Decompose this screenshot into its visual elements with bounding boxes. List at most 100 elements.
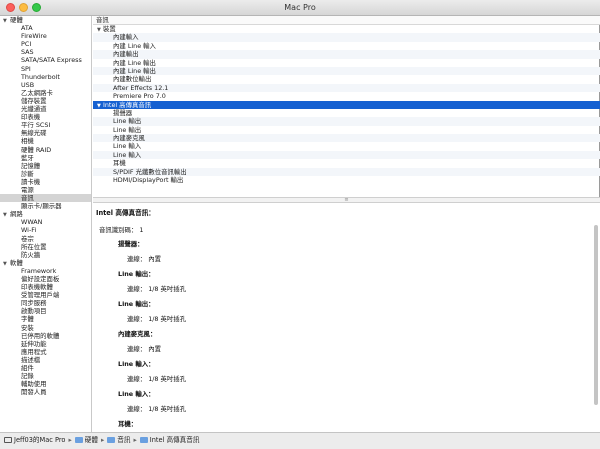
device-table[interactable]: 音訊 ▼ 裝置 內建輸入 內建 Line 輸入 內建輸出 內建 Line 輸出 內建 Lin…	[93, 16, 600, 197]
sidebar-item[interactable]: 描述檔	[0, 356, 91, 364]
table-row[interactable]: Line 輸出	[93, 126, 600, 134]
disclosure-triangle-icon[interactable]: ▼	[3, 17, 10, 24]
sidebar-item[interactable]: ATA	[0, 24, 91, 32]
sidebar-item[interactable]: USB	[0, 81, 91, 89]
sidebar-item[interactable]: 延伸功能	[0, 340, 91, 348]
table-row[interactable]: 內建 Line 輸出	[93, 66, 600, 76]
sidebar-item[interactable]: PCI	[0, 40, 91, 48]
disclosure-triangle-icon[interactable]: ▼	[3, 211, 10, 218]
sidebar-item[interactable]: 乙太網路卡	[0, 89, 91, 97]
sidebar-item[interactable]: 同步服務	[0, 299, 91, 307]
table-row-label: HDMI/DisplayPort 輸出	[113, 176, 184, 185]
sidebar-item[interactable]: Framework	[0, 267, 91, 275]
table-row-label: After Effects 12.1	[113, 83, 169, 92]
sidebar-item[interactable]: 光纖通道	[0, 105, 91, 113]
sidebar-item[interactable]: 相機	[0, 137, 91, 145]
sidebar-section-label: 軟體	[10, 258, 23, 267]
sidebar-item[interactable]: 音訊	[0, 194, 91, 203]
sidebar-item[interactable]: 記憶體	[0, 162, 91, 170]
sidebar-item[interactable]: 應用程式	[0, 348, 91, 356]
table-row[interactable]: 內建 Line 輸出	[93, 59, 600, 67]
sidebar-section[interactable]: ▼ 硬體	[0, 16, 91, 24]
sidebar-item[interactable]: FireWire	[0, 32, 91, 40]
column-header[interactable]: 音訊	[93, 16, 600, 25]
table-row[interactable]: 耳機	[93, 159, 600, 167]
sidebar-item[interactable]: 藍牙	[0, 154, 91, 162]
table-row[interactable]: Line 輸入	[93, 150, 600, 160]
sidebar-item[interactable]: Thunderbolt	[0, 73, 91, 81]
sidebar-item[interactable]: 輔助使用	[0, 380, 91, 388]
table-row-label: 耳機	[113, 159, 126, 168]
table-row[interactable]: Line 輸入	[93, 142, 600, 150]
detail-entry-name: 內建麥克風：	[118, 330, 157, 338]
table-row-label: 內建 Line 輸出	[113, 58, 156, 67]
table-row[interactable]: S/PDIF 光纖數位音訊輸出	[93, 167, 600, 177]
sidebar-item[interactable]: 卷宗	[0, 235, 91, 243]
sidebar-item[interactable]: 讀卡機	[0, 178, 91, 186]
sidebar-section[interactable]: ▼ 軟體	[0, 259, 91, 267]
sidebar-item[interactable]: SATA/SATA Express	[0, 56, 91, 64]
table-row[interactable]: 內建輸入	[93, 33, 600, 42]
table-row-label: 內建數位輸出	[113, 75, 152, 84]
detail-entry-name: Line 輸出：	[118, 270, 155, 278]
path-segment[interactable]: Intel 高傳真音訊	[139, 433, 199, 448]
sidebar-section[interactable]: ▼ 網路	[0, 210, 91, 218]
sidebar-item[interactable]: 受管理用戶端	[0, 291, 91, 299]
sidebar-item[interactable]: SAS	[0, 48, 91, 56]
table-row-label: Line 輸出	[113, 117, 142, 126]
sidebar-item[interactable]: 平行 SCSI	[0, 121, 91, 129]
sidebar-item[interactable]: 硬體 RAID	[0, 146, 91, 154]
sidebar-item[interactable]: 組件	[0, 364, 91, 372]
sidebar-item[interactable]: 防火牆	[0, 251, 91, 259]
sidebar-item[interactable]: SPI	[0, 65, 91, 73]
detail-entry-value: 連線： 1/8 英吋插孔	[127, 315, 187, 323]
table-row[interactable]: ▼ Intel 高傳真音訊	[93, 100, 600, 109]
sidebar-item[interactable]: 偏好設定面板	[0, 275, 91, 283]
sidebar-item[interactable]: 印表機	[0, 113, 91, 121]
table-row-label: Line 輸入	[113, 150, 142, 159]
table-rows: ▼ 裝置 內建輸入 內建 Line 輸入 內建輸出 內建 Line 輸出 內建 Line 輸…	[93, 25, 600, 184]
sidebar-item[interactable]: 無線光碟	[0, 129, 91, 137]
detail-scrollbar[interactable]	[594, 225, 598, 405]
sidebar-item[interactable]: 開發人員	[0, 388, 91, 396]
table-row-label: Premiere Pro 7.0	[113, 92, 166, 101]
table-row[interactable]: After Effects 12.1	[93, 83, 600, 93]
sidebar-item[interactable]: 電源	[0, 186, 91, 194]
table-row[interactable]: Premiere Pro 7.0	[93, 92, 600, 100]
path-segment[interactable]: 硬體	[74, 433, 98, 448]
sidebar-item[interactable]: WWAN	[0, 218, 91, 226]
detail-entry-name: Line 輸出：	[118, 300, 155, 308]
path-segment[interactable]: Jeff03的Mac Pro	[4, 433, 65, 448]
table-row[interactable]: HDMI/DisplayPort 輸出	[93, 176, 600, 184]
sidebar-item[interactable]: 啟動項目	[0, 307, 91, 315]
sidebar-item[interactable]: 已停用的軟體	[0, 332, 91, 340]
disclosure-triangle-icon[interactable]: ▼	[3, 260, 10, 267]
table-row-label: 內建輸出	[113, 50, 139, 59]
sidebar-item[interactable]: 儲存裝置	[0, 97, 91, 105]
path-bar: Jeff03的Mac Pro ▸ 硬體 ▸ 音訊 ▸ Intel 高傳真音訊	[0, 432, 600, 449]
sidebar-item[interactable]: 診斷	[0, 170, 91, 178]
sidebar-item[interactable]: 記錄	[0, 372, 91, 380]
sidebar-item[interactable]: Wi-Fi	[0, 226, 91, 234]
path-separator-icon: ▸	[68, 436, 72, 444]
sidebar[interactable]: ▼ 硬體 ATA FireWire PCI SAS SATA/SATA Express SPI…	[0, 16, 92, 432]
table-row[interactable]: 內建 Line 輸入	[93, 42, 600, 50]
table-row[interactable]: 內建數位輸出	[93, 75, 600, 83]
table-row-label: Line 輸出	[113, 125, 142, 134]
table-row[interactable]: 內建輸出	[93, 50, 600, 59]
title-bar[interactable]: Mac Pro	[0, 0, 600, 16]
table-row[interactable]: ▼ 裝置	[93, 25, 600, 33]
sidebar-section-label: 網路	[10, 210, 23, 219]
sidebar-item[interactable]: 所在位置	[0, 243, 91, 251]
sidebar-item[interactable]: 顯示卡/顯示器	[0, 202, 91, 210]
sidebar-item[interactable]: 印表機軟體	[0, 283, 91, 291]
detail-entry-value: 連線： 1/8 英吋插孔	[127, 285, 187, 293]
table-row[interactable]: 內建麥克風	[93, 134, 600, 143]
sidebar-item[interactable]: 字體	[0, 315, 91, 323]
sidebar-item[interactable]: 安裝	[0, 324, 91, 332]
table-row[interactable]: Line 輸出	[93, 117, 600, 126]
table-row-label: 內建 Line 輸入	[113, 41, 156, 50]
path-segment[interactable]: 音訊	[107, 433, 130, 448]
path-separator-icon: ▸	[133, 436, 137, 444]
table-row[interactable]: 揚聲器	[93, 109, 600, 117]
